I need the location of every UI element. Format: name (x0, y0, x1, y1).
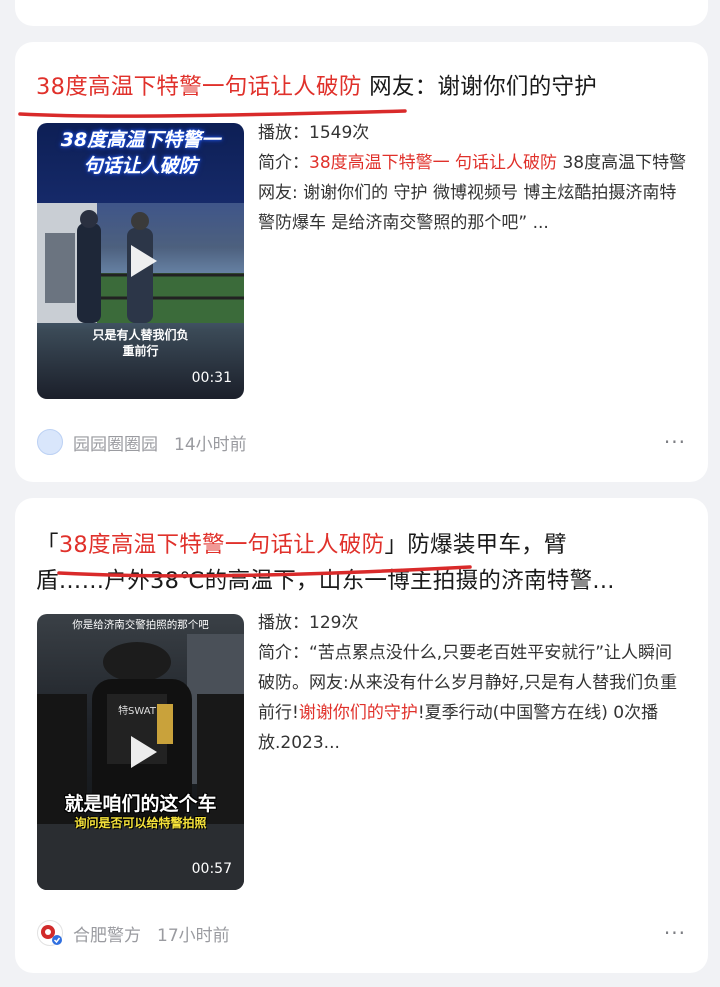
search-result-card[interactable]: 「38度高温下特警一句话让人破防」防爆装甲车，臂 盾……户外38℃的高温下，山东… (15, 498, 708, 973)
video-thumbnail[interactable]: 38度高温下特警一 句话让人破防 只是有人替我们负 重前行 00:31 (37, 123, 244, 399)
play-icon[interactable] (121, 241, 161, 281)
title-line2: 盾……户外38℃的高温下，山东一博主拍摄的济南特警... (36, 568, 615, 594)
result-meta: 播放：129次 简介：“苦点累点没什么,只要老百姓平安就行”让人瞬间破防。网友:… (258, 608, 688, 758)
thumbnail-subtitle: 只是有人替我们负 重前行 (92, 328, 189, 358)
result-footer: 合肥警方 17小时前 ··· (37, 918, 686, 948)
result-meta: 播放：1549次 简介：38度高温下特警一 句话让人破防 38度高温下特警 网友… (258, 118, 688, 238)
title-text: 」防爆装甲车，臂 (384, 532, 567, 558)
more-options-icon[interactable]: ··· (664, 430, 686, 454)
play-count: 播放：129次 (258, 613, 359, 633)
thumbnail-topbar-text: 你是给济南交警拍照的那个吧 (72, 619, 209, 631)
author-avatar[interactable] (37, 429, 63, 455)
title-bracket: 「 (36, 532, 59, 558)
post-time: 14小时前 (174, 434, 247, 455)
previous-card-stub (15, 0, 708, 26)
result-title[interactable]: 38度高温下特警一句话让人破防 网友：谢谢你们的守护 (36, 69, 686, 105)
more-options-icon[interactable]: ··· (664, 921, 686, 945)
result-title[interactable]: 「38度高温下特警一句话让人破防」防爆装甲车，臂 盾……户外38℃的高温下，山东… (36, 527, 686, 599)
police-badge-icon (41, 925, 62, 945)
svg-text:特SWAT: 特SWAT (118, 705, 157, 717)
play-icon[interactable] (121, 732, 161, 772)
play-count: 播放：1549次 (258, 123, 370, 143)
video-duration: 00:31 (191, 370, 232, 386)
video-thumbnail[interactable]: 你是给济南交警拍照的那个吧 特SWAT 就是咱们的这个车 询问是否可以给特警拍照… (37, 614, 244, 890)
author-name[interactable]: 合肥警方 (73, 921, 141, 946)
post-time: 17小时前 (157, 925, 230, 946)
thumbnail-subtitle: 询问是否可以给特警拍照 (74, 816, 207, 830)
result-description: 简介：38度高温下特警一 句话让人破防 38度高温下特警 网友: 谢谢你们的 守… (258, 153, 687, 233)
title-highlight: 38度高温下特警一句话让人破防 (36, 74, 362, 100)
author-avatar[interactable] (37, 920, 63, 946)
result-footer: 园园圈圈园 14小时前 ··· (37, 427, 686, 457)
video-duration: 00:57 (191, 861, 232, 877)
author-name[interactable]: 园园圈圈园 (73, 430, 158, 455)
thumbnail-caption: 就是咱们的这个车 (64, 793, 217, 815)
search-result-card[interactable]: 38度高温下特警一句话让人破防 网友：谢谢你们的守护 38度高温下特警一 句话让… (15, 42, 708, 482)
title-highlight: 38度高温下特警一句话让人破防 (58, 532, 385, 558)
thumbnail-caption: 38度高温下特警一 句话让人破防 (60, 129, 221, 177)
result-description: 简介：“苦点累点没什么,只要老百姓平安就行”让人瞬间破防。网友:从来没有什么岁月… (258, 643, 678, 753)
title-text: 网友：谢谢你们的守护 (361, 74, 598, 100)
